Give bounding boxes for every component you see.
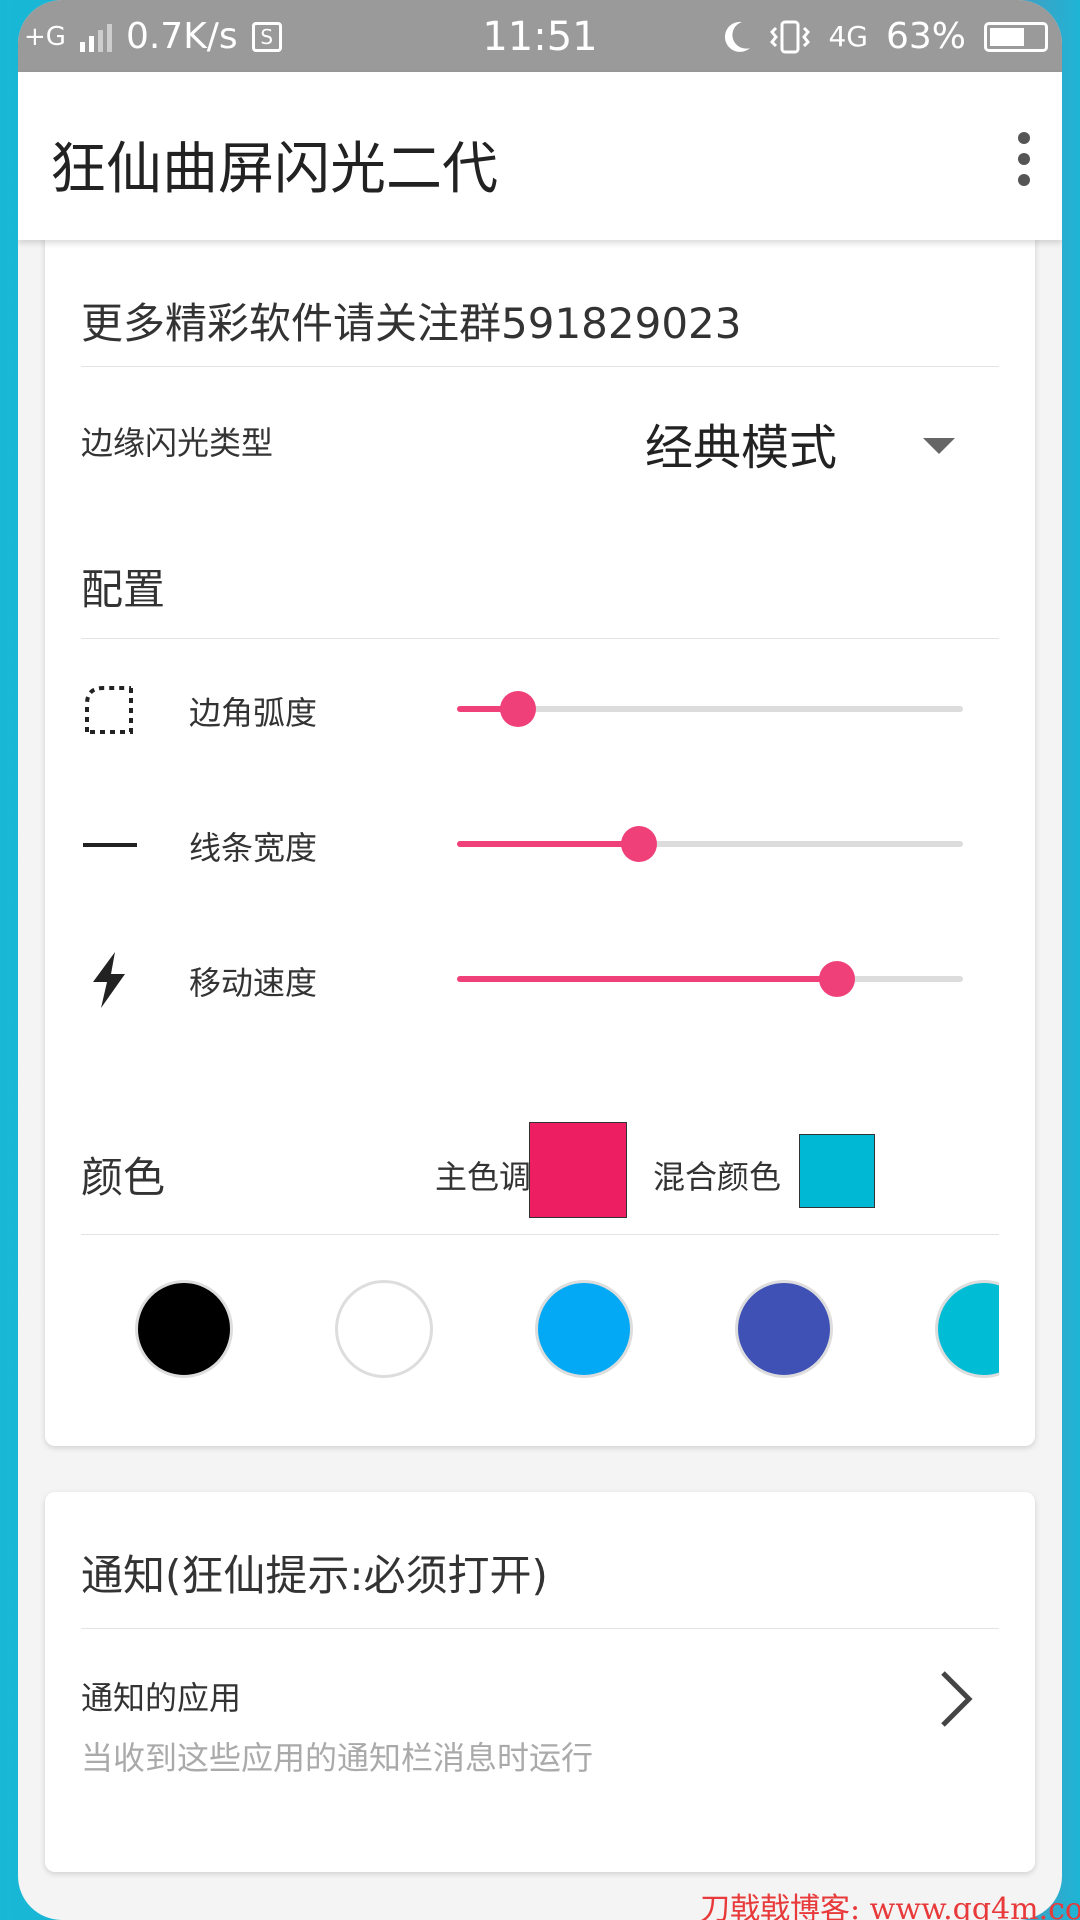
corner-radius-row: 边角弧度 [81,668,981,748]
mix-color-swatch[interactable] [799,1134,875,1208]
corner-radius-label: 边角弧度 [189,694,318,732]
main-color-label: 主色调 [435,1158,532,1196]
palette-color[interactable] [535,1280,633,1378]
notification-apps-item[interactable]: 通知的应用 当收到这些应用的通知栏消息时运行 [45,1629,1035,1829]
settings-card: 更多精彩软件请关注群591829023 边缘闪光类型 经典模式 配置 边角弧度 [45,230,1035,1446]
notification-apps-desc: 当收到这些应用的通知栏消息时运行 [81,1739,594,1777]
vibrate-icon [770,20,811,53]
notification-title: 通知(狂仙提示:必须打开) [81,1551,548,1600]
notification-apps-label: 通知的应用 [81,1679,242,1717]
battery-icon [984,21,1048,52]
lightning-bolt-icon [93,952,125,1008]
chevron-right-icon [941,1671,973,1727]
overflow-menu-icon[interactable] [1014,132,1034,186]
dropdown-arrow-icon [923,438,955,454]
status-bar: +G 0.7K/s S 11:51 4G 63% [18,0,1062,72]
edge-flash-type-value: 经典模式 [645,420,838,476]
color-palette [81,1270,999,1390]
move-speed-label: 移动速度 [189,964,318,1002]
slider-thumb[interactable] [499,691,536,727]
battery-percent: 63% [885,16,966,57]
network-type: 4G [828,20,868,53]
watermark-text: 刀戟戟博客: www.qq4m.com [700,1892,1080,1920]
app-title: 狂仙曲屏闪光二代 [50,137,498,202]
divider [81,638,999,639]
move-speed-slider[interactable] [457,961,963,997]
line-width-row: 线条宽度 [81,803,981,883]
slider-fill [457,976,837,982]
line-width-icon [83,843,137,847]
app-bar: 狂仙曲屏闪光二代 [18,72,1062,240]
moon-icon [725,21,751,52]
line-width-label: 线条宽度 [189,829,318,867]
notification-card: 通知(狂仙提示:必须打开) 通知的应用 当收到这些应用的通知栏消息时运行 [45,1492,1035,1872]
slider-fill [457,841,640,847]
palette-color[interactable] [935,1280,999,1378]
palette-color[interactable] [335,1280,433,1378]
mix-color-label: 混合颜色 [653,1158,782,1196]
line-width-slider[interactable] [457,826,963,862]
app-screen: +G 0.7K/s S 11:51 4G 63% 狂仙曲屏闪光二代 更多精彩软件… [18,0,1062,1920]
move-speed-row: 移动速度 [81,938,981,1018]
divider [81,366,999,367]
slider-thumb[interactable] [621,826,658,862]
corner-radius-slider[interactable] [457,691,963,727]
slider-thumb[interactable] [818,961,855,997]
rounded-corner-icon [85,686,133,734]
divider [81,1234,999,1235]
group-notice: 更多精彩软件请关注群591829023 [81,299,742,348]
main-color-swatch[interactable] [529,1122,627,1218]
palette-color[interactable] [735,1280,833,1378]
config-title: 配置 [81,565,166,614]
edge-flash-type-label: 边缘闪光类型 [81,424,274,462]
palette-color[interactable] [135,1280,233,1378]
color-title: 颜色 [81,1153,166,1202]
edge-flash-type-dropdown[interactable]: 经典模式 [645,408,985,478]
